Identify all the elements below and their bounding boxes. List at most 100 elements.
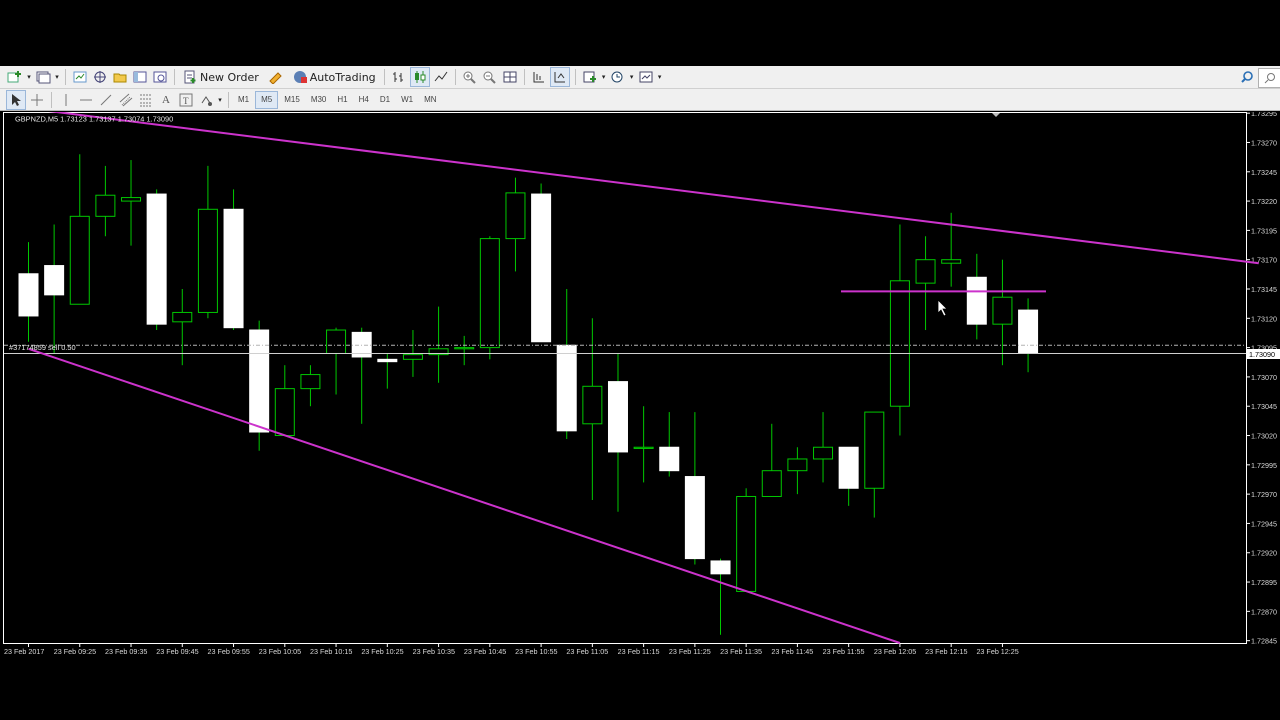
candle-body: [659, 446, 680, 472]
chart-frame: [3, 112, 1247, 644]
time-tick-label: 23 Feb 11:15: [618, 647, 660, 656]
timeframe-mn-button[interactable]: MN: [419, 92, 441, 108]
candle-body: [556, 344, 577, 432]
timeframe-m5-button[interactable]: M5: [255, 90, 279, 109]
toolbar-separator: [383, 69, 385, 85]
candle-body: [684, 476, 705, 560]
candle-body: [889, 280, 910, 407]
vertical-line-icon[interactable]: [57, 91, 75, 109]
templates-icon[interactable]: [637, 68, 655, 86]
candle: [351, 327, 372, 424]
bar-chart-icon[interactable]: [390, 68, 408, 86]
trendlines[interactable]: [4, 107, 1259, 644]
candle: [736, 488, 757, 592]
price-tick-label: 1.72870: [1251, 607, 1277, 616]
candle: [633, 406, 654, 483]
search-box[interactable]: [1258, 68, 1280, 88]
search-icon[interactable]: [1238, 68, 1256, 86]
candle: [684, 412, 705, 565]
text-icon[interactable]: A: [157, 91, 175, 109]
horizontal-line-icon[interactable]: [77, 91, 95, 109]
timeframe-selector: M1 M5 M15 M30 H1 H4 D1 W1 MN: [233, 90, 442, 109]
candle-body: [607, 381, 628, 453]
equidistant-channel-icon[interactable]: [117, 91, 135, 109]
time-tick-label: 23 Feb 09:55: [208, 647, 250, 656]
time-tick-label: 23 Feb 11:55: [823, 647, 865, 656]
zoom-in-icon[interactable]: [461, 68, 479, 86]
metaeditor-icon[interactable]: [267, 68, 285, 86]
timeframe-m15-button[interactable]: M15: [279, 92, 305, 108]
tile-windows-icon[interactable]: [501, 68, 519, 86]
timeframe-h1-button[interactable]: H1: [332, 92, 352, 108]
candle: [992, 259, 1013, 366]
zoom-out-icon[interactable]: [481, 68, 499, 86]
text-label-icon[interactable]: T: [177, 91, 195, 109]
toolbar-separator: [174, 69, 175, 85]
timeframe-h4-button[interactable]: H4: [354, 92, 374, 108]
arrows-icon[interactable]: [197, 91, 215, 109]
toolbar-separator: [574, 69, 576, 85]
chart-shift-marker[interactable]: [992, 113, 1000, 117]
candle: [787, 447, 808, 495]
cursor-icon[interactable]: [6, 89, 26, 110]
toolbar-separator: [65, 69, 66, 85]
chevron-down-icon[interactable]: ▾: [26, 68, 32, 86]
new-chart-icon[interactable]: [6, 68, 24, 86]
chevron-down-icon[interactable]: ▾: [657, 68, 663, 86]
indicators-icon[interactable]: [581, 68, 599, 86]
candle: [69, 154, 90, 305]
candle: [531, 183, 552, 343]
candle: [454, 335, 475, 366]
main-toolbar: ▾ ▾ New Order AutoTrading ▾ ▾ ▾: [0, 66, 1280, 89]
terminal-icon[interactable]: [131, 68, 149, 86]
time-tick-label: 23 Feb 10:25: [361, 647, 403, 656]
toolbar-separator: [523, 69, 525, 85]
toolbar-separator: [454, 69, 456, 85]
chevron-down-icon[interactable]: ▾: [54, 68, 60, 86]
timeframe-w1-button[interactable]: W1: [396, 92, 418, 108]
new-order-button[interactable]: New Order: [180, 68, 262, 86]
crosshair-icon[interactable]: [28, 91, 46, 109]
mouse-cursor-icon: [937, 299, 948, 317]
current-price-label: 1.73090: [1249, 350, 1275, 359]
new-order-label: New Order: [200, 70, 259, 84]
autotrading-label: AutoTrading: [309, 70, 376, 84]
timeframe-d1-button[interactable]: D1: [375, 92, 395, 108]
time-tick-label: 23 Feb 12:05: [874, 647, 916, 656]
timeframe-m1-button[interactable]: M1: [233, 92, 254, 108]
chevron-down-icon[interactable]: ▾: [629, 68, 635, 86]
time-axis: 23 Feb 2017 23 Feb 09:25 23 Feb 09:35 23 Fe…: [4, 643, 1019, 656]
candle: [966, 253, 987, 340]
candle-body: [787, 458, 808, 472]
candle: [44, 224, 65, 354]
autoscroll-icon[interactable]: [549, 67, 570, 87]
tester-icon[interactable]: [151, 68, 169, 86]
chevron-down-icon[interactable]: ▾: [217, 91, 223, 109]
trendline-icon[interactable]: [97, 91, 115, 109]
autotrading-button[interactable]: AutoTrading: [290, 68, 379, 86]
line-chart-icon[interactable]: [432, 68, 450, 86]
candle-body: [121, 197, 142, 202]
price-tick-label: 1.73245: [1251, 168, 1277, 177]
profiles-icon[interactable]: [34, 68, 52, 86]
time-tick-label: 23 Feb 12:25: [976, 647, 1018, 656]
chevron-down-icon[interactable]: ▾: [601, 68, 607, 86]
candle-body: [197, 208, 218, 313]
data-window-icon[interactable]: [91, 68, 109, 86]
fibonacci-icon[interactable]: [137, 91, 155, 109]
market-watch-icon[interactable]: [71, 68, 89, 86]
price-tick-label: 1.73070: [1251, 373, 1277, 382]
candle: [864, 411, 885, 518]
periods-icon[interactable]: [609, 68, 627, 86]
time-tick-label: 23 Feb 11:35: [720, 647, 762, 656]
candle-body: [505, 192, 526, 240]
price-tick-label: 1.73120: [1251, 314, 1277, 323]
candlestick-chart-icon[interactable]: [409, 67, 430, 87]
candle: [377, 353, 398, 389]
candle-body: [966, 276, 987, 325]
price-tick-label: 1.72970: [1251, 490, 1277, 499]
timeframe-m30-button[interactable]: M30: [306, 92, 332, 108]
chart-shift-icon[interactable]: [530, 68, 548, 86]
navigator-icon[interactable]: [111, 68, 129, 86]
price-chart[interactable]: 1.73295 1.73270 1.73245 1.73220 1.73195 1.731…: [3, 107, 1280, 662]
